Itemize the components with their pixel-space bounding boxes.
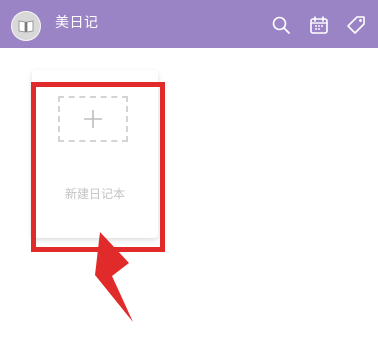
new-notebook-card[interactable]: 新建日记本 xyxy=(32,70,158,238)
app-title: 美日记 xyxy=(55,15,99,31)
new-notebook-label: 新建日记本 xyxy=(64,187,125,201)
book-icon xyxy=(18,20,34,33)
search-button[interactable] xyxy=(268,12,294,38)
calendar-button[interactable] xyxy=(306,12,332,38)
add-notebook-box[interactable] xyxy=(58,96,128,142)
tag-icon xyxy=(347,16,365,34)
app-header: 美日记 xyxy=(0,0,378,48)
search-icon xyxy=(272,16,290,34)
plus-icon xyxy=(84,110,102,128)
user-avatar[interactable] xyxy=(11,11,41,41)
tag-button[interactable] xyxy=(343,12,369,38)
calendar-icon xyxy=(310,16,328,34)
